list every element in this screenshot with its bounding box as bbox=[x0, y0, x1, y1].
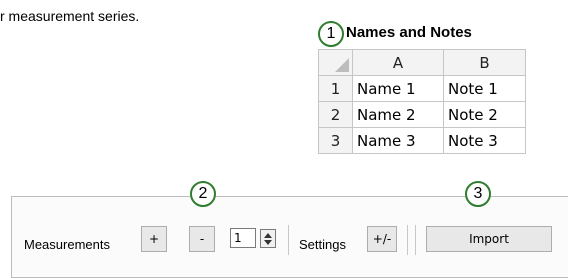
spin-up-icon[interactable] bbox=[264, 232, 272, 238]
measurement-count-spinner[interactable] bbox=[260, 229, 276, 248]
name-cell[interactable]: Name 3 bbox=[352, 127, 444, 154]
names-notes-title: Names and Notes bbox=[346, 24, 472, 41]
name-cell[interactable]: Name 2 bbox=[352, 101, 444, 128]
spin-down-icon[interactable] bbox=[264, 239, 272, 245]
measurement-count-input[interactable]: 1 bbox=[230, 228, 256, 248]
name-cell[interactable]: Name 1 bbox=[352, 75, 444, 102]
column-header-b[interactable]: B bbox=[443, 49, 526, 76]
table-row: 2 Name 2 Note 2 bbox=[318, 101, 526, 128]
toolbar-divider bbox=[415, 225, 416, 255]
row-header[interactable]: 3 bbox=[318, 127, 353, 154]
column-header-a[interactable]: A bbox=[352, 49, 444, 76]
callout-2: 2 bbox=[190, 181, 216, 207]
table-row: 1 Name 1 Note 1 bbox=[318, 75, 526, 102]
select-all-corner[interactable] bbox=[318, 49, 353, 76]
sheet-header-row: A B bbox=[318, 49, 526, 76]
note-cell[interactable]: Note 2 bbox=[443, 101, 526, 128]
measurement-toolbar: Measurements + - 1 Settings +/- Import bbox=[11, 196, 568, 278]
callout-3: 3 bbox=[465, 181, 491, 207]
note-cell[interactable]: Note 1 bbox=[443, 75, 526, 102]
remove-measurement-button[interactable]: - bbox=[189, 226, 215, 252]
names-notes-sheet: A B 1 Name 1 Note 1 2 Name 2 Note 2 3 Na… bbox=[318, 49, 526, 154]
import-button[interactable]: Import bbox=[426, 226, 552, 252]
table-row: 3 Name 3 Note 3 bbox=[318, 127, 526, 154]
row-header[interactable]: 2 bbox=[318, 101, 353, 128]
corner-triangle-icon bbox=[335, 58, 349, 72]
add-measurement-button[interactable]: + bbox=[141, 226, 167, 252]
row-header[interactable]: 1 bbox=[318, 75, 353, 102]
measurements-label: Measurements bbox=[24, 237, 110, 252]
intro-text: r measurement series. bbox=[0, 8, 140, 24]
settings-toggle-button[interactable]: +/- bbox=[367, 226, 397, 252]
note-cell[interactable]: Note 3 bbox=[443, 127, 526, 154]
callout-1: 1 bbox=[318, 21, 344, 47]
settings-label: Settings bbox=[299, 237, 346, 252]
toolbar-divider bbox=[407, 225, 408, 255]
toolbar-divider bbox=[288, 225, 289, 255]
